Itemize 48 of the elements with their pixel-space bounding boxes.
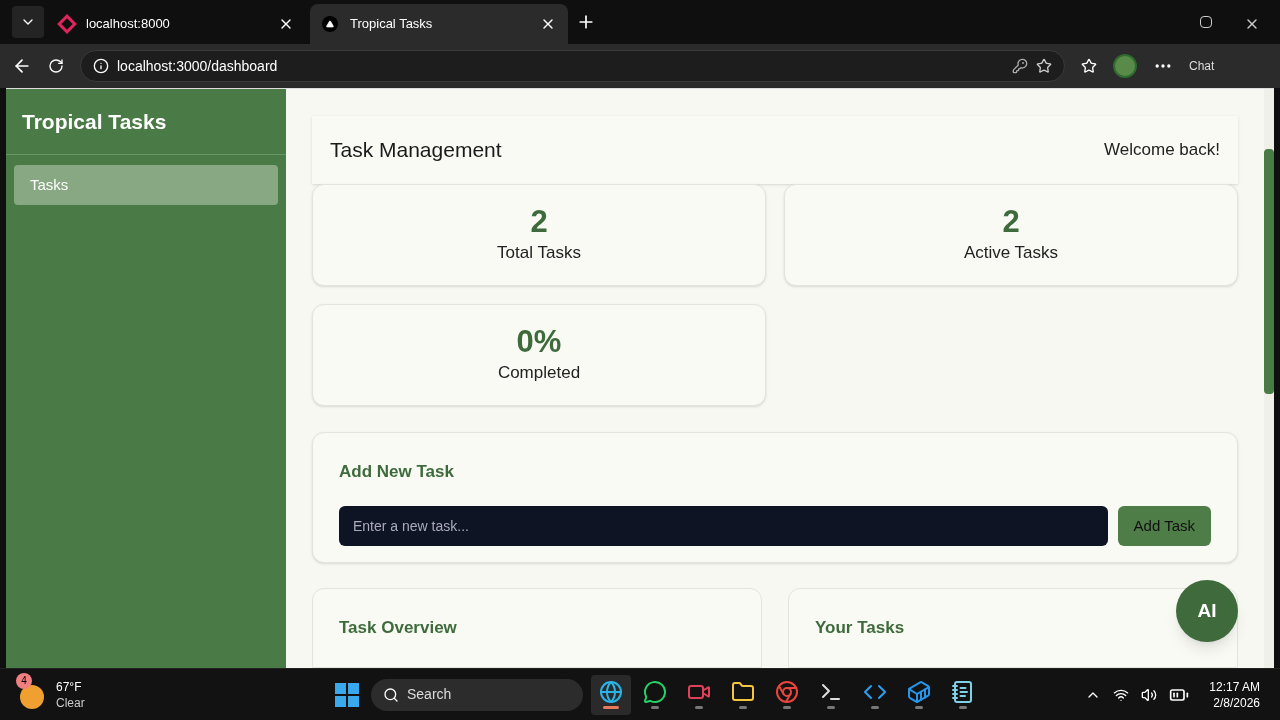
temperature: 67°F <box>56 678 83 695</box>
profile-avatar[interactable] <box>1113 54 1137 78</box>
speaker-icon[interactable] <box>1141 686 1158 703</box>
chat-button[interactable]: Chat <box>1189 57 1215 75</box>
stat-value: 0% <box>516 323 562 360</box>
stat-value: 2 <box>1002 203 1020 240</box>
notepad-icon <box>951 680 975 704</box>
star-icon[interactable] <box>1036 58 1052 74</box>
tab-title: Tropical Tasks <box>350 15 434 34</box>
tab-list-button[interactable] <box>12 6 44 38</box>
chat-bubble-icon <box>643 680 667 704</box>
page-title: Task Management <box>330 137 502 164</box>
tab-title: localhost:8000 <box>86 15 171 34</box>
weather-condition: Clear <box>56 694 85 711</box>
search-label: Search <box>407 685 453 704</box>
sidebar-title: Tropical Tasks <box>6 89 286 155</box>
task-input[interactable]: Enter a new task... <box>339 506 1108 547</box>
start-icon[interactable] <box>335 682 359 707</box>
clock-time[interactable]: 12:17 AM <box>1209 678 1260 695</box>
container-icon <box>907 680 931 704</box>
panel-title: Task Overview <box>339 618 457 637</box>
scrollbar[interactable] <box>1264 89 1274 668</box>
folder-icon <box>731 680 755 704</box>
section-title: Add New Task <box>339 460 455 483</box>
browser-icon <box>599 680 623 704</box>
add-task-button[interactable]: Add Task <box>1117 506 1211 547</box>
url-text: localhost:3000/dashboard <box>117 56 279 76</box>
search-icon <box>383 686 399 703</box>
stat-label: Total Tasks <box>497 241 581 264</box>
address-bar[interactable]: localhost:3000/dashboard <box>80 50 1065 82</box>
browser-tab[interactable]: localhost:8000 <box>48 4 306 44</box>
notification-badge: 4 <box>16 672 32 689</box>
taskbar-search[interactable]: Search <box>371 678 583 711</box>
clock-date[interactable]: 2/8/2026 <box>1213 694 1260 711</box>
browser-tab[interactable]: Tropical Tasks <box>310 4 568 44</box>
info-icon <box>93 58 109 74</box>
taskbar-app[interactable] <box>591 674 631 715</box>
stat-label: Completed <box>497 361 581 384</box>
triangle-icon <box>326 20 334 28</box>
greeting-text: Welcome back! <box>1104 139 1220 162</box>
stat-value: 2 <box>530 203 548 240</box>
browser-icon <box>775 680 799 704</box>
stat-label: Active Tasks <box>963 241 1059 264</box>
favorites-icon[interactable] <box>1081 58 1097 74</box>
panel-title: Your Tasks <box>815 618 905 637</box>
key-icon[interactable] <box>1012 58 1028 74</box>
restore-icon[interactable] <box>1200 16 1212 28</box>
reload-icon[interactable] <box>48 58 64 74</box>
